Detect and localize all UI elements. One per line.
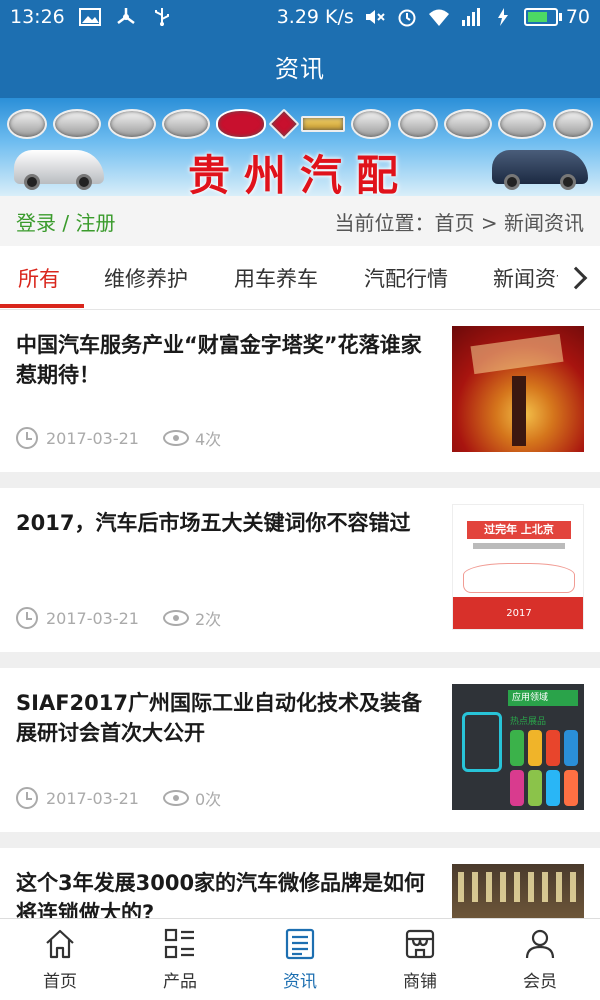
- alarm-icon: [396, 7, 418, 27]
- clock-icon: [16, 787, 38, 809]
- clock-icon: [16, 427, 38, 449]
- news-item[interactable]: 2017，汽车后市场五大关键词你不容错过 2017-03-21 2次 过完年 上…: [0, 488, 600, 652]
- shop-icon: [405, 929, 435, 959]
- news-item[interactable]: 这个3年发展3000家的汽车微修品牌是如何将连锁做大的?: [0, 848, 600, 918]
- news-title[interactable]: SIAF2017广州国际工业自动化技术及装备展研讨会首次大公开: [16, 688, 426, 748]
- page-title: 资讯: [275, 54, 325, 83]
- chery-logo: [444, 109, 493, 139]
- volkswagen-logo: [7, 109, 48, 139]
- mute-icon: [364, 7, 386, 27]
- divider: [0, 832, 600, 848]
- nav-label: 首页: [43, 972, 77, 992]
- brand-logos: [0, 104, 600, 144]
- login-register-link[interactable]: 登录 / 注册: [16, 207, 115, 236]
- nav-label: 商铺: [403, 972, 437, 992]
- kia-logo: [216, 109, 267, 139]
- chevron-right-icon: [564, 266, 588, 290]
- news-thumbnail[interactable]: [452, 864, 584, 918]
- eye-icon: [162, 790, 189, 806]
- news-item[interactable]: 中国汽车服务产业“财富金字塔奖”花落谁家惹期待！ 2017-03-21 4次: [0, 310, 600, 472]
- nav-shop[interactable]: 商铺: [360, 919, 480, 1000]
- bottom-navigation: 首页 产品 资讯 商铺 会员: [0, 918, 600, 1000]
- battery-level: 70: [565, 6, 590, 28]
- charging-icon: [492, 7, 514, 27]
- nav-products[interactable]: 产品: [120, 919, 240, 1000]
- network-speed: 3.29 K/s: [276, 6, 354, 28]
- eye-icon: [162, 430, 189, 446]
- news-thumbnail[interactable]: 应用领域 热点展品: [452, 684, 584, 810]
- news-title[interactable]: 2017，汽车后市场五大关键词你不容错过: [16, 508, 426, 538]
- nav-home[interactable]: 首页: [0, 919, 120, 1000]
- news-thumbnail[interactable]: [452, 326, 584, 452]
- grid-list-icon: [164, 928, 194, 959]
- status-bar: 13:26 3.29 K/s 70: [0, 0, 600, 34]
- news-title[interactable]: 中国汽车服务产业“财富金字塔奖”花落谁家惹期待！: [16, 330, 426, 390]
- news-meta: 2017-03-21 0次: [16, 786, 221, 810]
- tabs-scroll-button[interactable]: [558, 246, 600, 309]
- nav-news[interactable]: 资讯: [240, 919, 360, 1000]
- chevrolet-logo: [301, 116, 346, 132]
- news-date: 2017-03-21: [46, 788, 139, 808]
- thumbnail-text: 2017: [453, 597, 583, 629]
- tab-all[interactable]: 所有: [18, 246, 60, 309]
- page-header: 资讯: [0, 34, 600, 98]
- nav-label: 资讯: [283, 972, 317, 992]
- toyota-logo: [351, 109, 392, 139]
- toyota-logo: [53, 109, 102, 139]
- news-thumbnail[interactable]: 过完年 上北京 2017: [452, 504, 584, 630]
- divider: [0, 472, 600, 488]
- news-views: 0次: [194, 790, 222, 809]
- buick-logo: [397, 109, 438, 139]
- user-icon: [525, 929, 555, 959]
- clock-icon: [16, 607, 38, 629]
- battery-icon: 70: [523, 6, 590, 28]
- wifi-icon: [428, 7, 450, 27]
- news-title[interactable]: 这个3年发展3000家的汽车微修品牌是如何将连锁做大的?: [16, 868, 426, 918]
- tab-parts-market[interactable]: 汽配行情: [364, 246, 448, 309]
- tab-car-care[interactable]: 用车养车: [234, 246, 318, 309]
- usb-debug-icon: [115, 7, 137, 27]
- breadcrumb: 当前位置：首页 > 新闻资讯: [334, 210, 584, 235]
- status-time: 13:26: [10, 6, 65, 28]
- news-views: 4次: [194, 430, 222, 449]
- banner-title: 贵州汽配: [187, 151, 412, 196]
- thumbnail-text: 过完年 上北京: [467, 521, 571, 539]
- citroen-logo: [268, 108, 300, 140]
- home-icon: [46, 929, 74, 959]
- divider: [0, 652, 600, 668]
- signal-icon: [460, 7, 482, 27]
- tab-maintenance[interactable]: 维修养护: [104, 246, 188, 309]
- news-icon: [285, 928, 315, 960]
- news-meta: 2017-03-21 2次: [16, 606, 221, 630]
- hyundai-logo: [162, 109, 211, 139]
- usb-icon: [151, 7, 173, 27]
- brand-logo: [552, 109, 593, 139]
- category-tabs: 所有 维修养护 用车养车 汽配行情 新闻资讯: [0, 246, 600, 310]
- eye-icon: [162, 610, 189, 626]
- honda-logo: [107, 109, 156, 139]
- news-date: 2017-03-21: [46, 428, 139, 448]
- active-tab-indicator: [0, 304, 84, 308]
- news-item[interactable]: SIAF2017广州国际工业自动化技术及装备展研讨会首次大公开 2017-03-…: [0, 668, 600, 832]
- image-icon: [78, 7, 101, 27]
- nav-member[interactable]: 会员: [480, 919, 600, 1000]
- nav-label: 会员: [523, 972, 557, 992]
- thumbnail-text: 热点展品: [510, 717, 547, 727]
- thumbnail-text: 应用领域: [508, 690, 578, 706]
- news-views: 2次: [194, 610, 222, 629]
- news-meta: 2017-03-21 4次: [16, 426, 221, 450]
- nav-label: 产品: [163, 972, 197, 992]
- info-row: 登录 / 注册 当前位置：首页 > 新闻资讯: [0, 196, 600, 246]
- banner[interactable]: 贵州汽配: [0, 98, 600, 196]
- news-date: 2017-03-21: [46, 608, 139, 628]
- nissan-logo: [498, 109, 547, 139]
